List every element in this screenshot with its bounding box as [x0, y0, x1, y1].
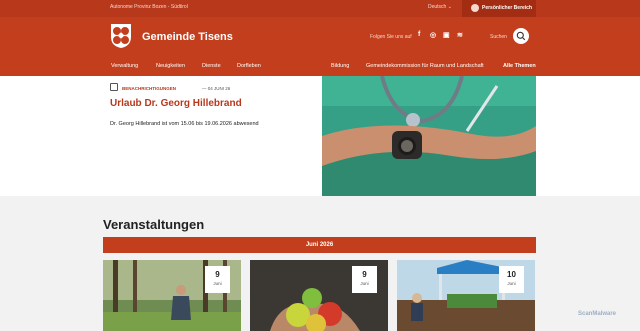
news-category[interactable]: BENACHRICHTIGUNGEN: [122, 86, 176, 91]
news-description: Dr. Georg Hillebrand ist vom 15.06 bis 1…: [110, 121, 259, 127]
search-label: Suchen: [490, 34, 507, 40]
nav-item-bildung[interactable]: Bildung: [331, 63, 349, 69]
youtube-icon[interactable]: ▣: [443, 31, 450, 39]
event-card[interactable]: 9 Juni: [250, 260, 388, 331]
news-image[interactable]: [322, 76, 536, 196]
province-link[interactable]: Autonome Provinz Bozen - Südtirol: [110, 4, 188, 10]
date-badge: 9 Juni: [352, 266, 377, 293]
date-badge: 10 Juni: [499, 266, 524, 293]
facebook-icon[interactable]: f: [418, 31, 420, 38]
language-selector[interactable]: Deutsch ⌄: [428, 4, 452, 10]
nav-item-alle-themen[interactable]: Alle Themen: [503, 63, 536, 69]
nav-item-dorfleben[interactable]: Dorfleben: [237, 63, 261, 69]
follow-label: Folgen Sie uns auf: [370, 34, 412, 40]
badge-day: 9: [215, 270, 220, 279]
watermark: ScanMalware: [578, 311, 617, 317]
coat-of-arms-logo[interactable]: [110, 23, 132, 49]
top-bar: Autonome Provinz Bozen - Südtirol Deutsc…: [0, 0, 640, 17]
user-icon: [471, 4, 479, 12]
event-card[interactable]: 9 Juni: [103, 260, 241, 331]
badge-day: 10: [507, 270, 516, 279]
events-heading: Veranstaltungen: [103, 217, 205, 232]
personal-area-button[interactable]: Persönlicher Bereich: [462, 0, 536, 17]
news-hero: BENACHRICHTIGUNGEN — 04 JUNI 26 Urlaub D…: [0, 76, 640, 196]
date-badge: 9 Juni: [205, 266, 230, 293]
calendar-icon: [110, 83, 118, 91]
doctor-photo: [322, 76, 536, 196]
header-edge: [628, 66, 640, 76]
badge-month: Juni: [213, 281, 222, 286]
search-icon: [516, 31, 526, 41]
event-card[interactable]: 10 Juni: [397, 260, 535, 331]
rss-icon[interactable]: ≋: [457, 31, 463, 39]
badge-month: Juni: [360, 281, 369, 286]
nav-item-dienste[interactable]: Dienste: [202, 63, 221, 69]
badge-month: Juni: [507, 281, 516, 286]
nav-item-neuigkeiten[interactable]: Neuigkeiten: [156, 63, 185, 69]
personal-area-label: Persönlicher Bereich: [482, 5, 533, 11]
site-header: Gemeinde Tisens Folgen Sie uns auf f ◎ ▣…: [0, 17, 640, 76]
nav-item-verwaltung[interactable]: Verwaltung: [111, 63, 138, 69]
site-title[interactable]: Gemeinde Tisens: [142, 31, 233, 43]
news-date: — 04 JUNI 26: [202, 86, 231, 91]
instagram-icon[interactable]: ◎: [430, 31, 436, 39]
badge-day: 9: [362, 270, 367, 279]
month-bar: Juni 2026: [103, 237, 536, 253]
nav-item-gemeindekommission[interactable]: Gemeindekommission für Raum und Landscha…: [366, 63, 484, 69]
news-title[interactable]: Urlaub Dr. Georg Hillebrand: [110, 98, 242, 109]
search-button[interactable]: [513, 28, 529, 44]
